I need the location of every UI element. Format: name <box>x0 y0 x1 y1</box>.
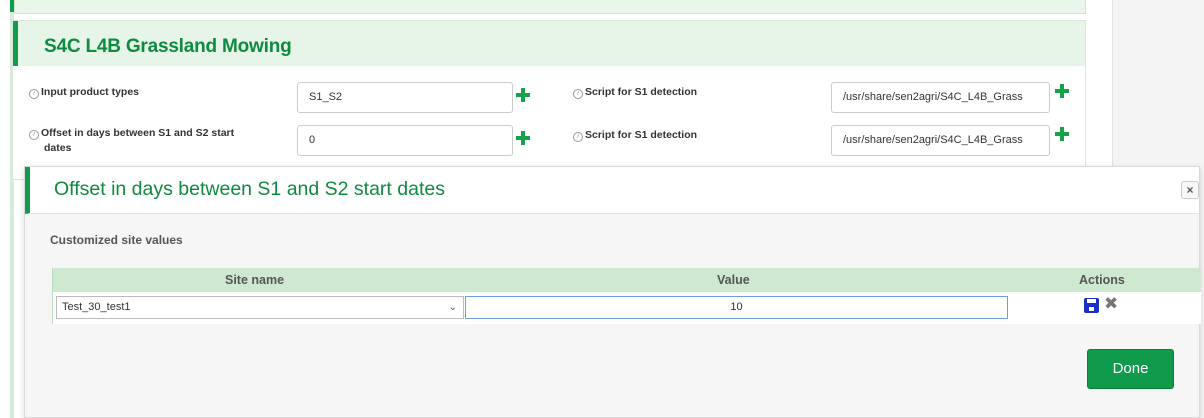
site-name-select[interactable]: Test_30_test1 ⌄ <box>56 296 464 319</box>
offset-days-label: i Offset in days between S1 and S2 start d… <box>29 126 274 156</box>
plus-icon[interactable] <box>516 88 530 102</box>
info-icon: i <box>573 89 583 99</box>
done-button[interactable]: Done <box>1087 349 1174 389</box>
info-icon: i <box>29 89 39 99</box>
column-value: Value <box>717 273 750 287</box>
close-icon[interactable]: × <box>1181 181 1199 199</box>
offset-days-field[interactable]: 0 <box>297 125 513 156</box>
save-icon[interactable] <box>1084 298 1099 313</box>
modal-title: Offset in days between S1 and S2 start d… <box>54 178 445 200</box>
plus-icon[interactable] <box>516 131 530 145</box>
table-header: Site name Value Actions <box>53 268 1201 292</box>
script-s1-detection-label-2: i Script for S1 detection <box>573 128 697 143</box>
column-site-name: Site name <box>225 273 285 287</box>
modal-header: Offset in days between S1 and S2 start d… <box>25 167 1199 214</box>
collapsed-panel <box>14 0 1086 14</box>
input-product-types-label: i Input product types <box>29 85 139 100</box>
section-label: Customized site values <box>50 233 183 247</box>
plus-icon[interactable] <box>1055 84 1069 98</box>
script-s1-detection-field[interactable]: /usr/share/sen2agri/S4C_L4B_Grass <box>831 82 1050 113</box>
panel-title: S4C L4B Grassland Mowing <box>44 36 292 57</box>
grassland-mowing-panel: S4C L4B Grassland Mowing i Input product … <box>12 20 1086 180</box>
script-s1-detection-label: i Script for S1 detection <box>573 85 697 100</box>
site-name-value: Test_30_test1 <box>62 301 131 313</box>
delete-icon[interactable]: ✖ <box>1104 294 1118 314</box>
value-input[interactable]: 10 <box>465 296 1008 319</box>
plus-icon[interactable] <box>1055 127 1069 141</box>
info-icon: i <box>573 132 583 142</box>
column-actions: Actions <box>1079 273 1125 287</box>
panel-header: S4C L4B Grassland Mowing <box>13 21 1085 66</box>
site-values-table: Site name Value Actions Test_30_test1 ⌄ … <box>52 268 1201 324</box>
chevron-down-icon: ⌄ <box>448 302 457 313</box>
info-icon: i <box>29 130 39 140</box>
site-values-modal: Offset in days between S1 and S2 start d… <box>24 166 1201 418</box>
input-product-types-field[interactable]: S1_S2 <box>297 82 513 113</box>
script-s1-detection-field-2[interactable]: /usr/share/sen2agri/S4C_L4B_Grass <box>831 125 1050 156</box>
